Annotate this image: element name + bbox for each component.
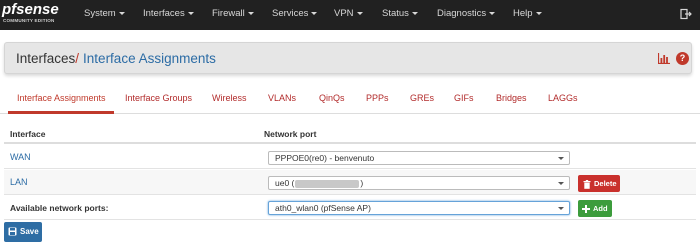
chevron-down-icon <box>558 182 564 185</box>
pfsense-logo[interactable]: pfsense COMMUNITY EDITION <box>2 2 70 28</box>
add-button-label: Add <box>593 204 608 213</box>
tab-qinqs[interactable]: QinQs <box>319 93 345 103</box>
tab-gres[interactable]: GREs <box>410 93 434 103</box>
select-value-prefix: ue0 ( <box>275 178 295 188</box>
tab-gifs[interactable]: GIFs <box>454 93 474 103</box>
available-port-select[interactable]: ath0_wlan0 (pfSense AP) <box>268 201 570 215</box>
chevron-down-icon <box>118 11 125 15</box>
select-value-suffix: ) <box>360 178 364 188</box>
nav-interfaces-label: Interfaces <box>143 8 185 19</box>
save-button[interactable]: Save <box>4 222 42 242</box>
nav-status-label: Status <box>382 8 409 19</box>
nav-help[interactable]: Help <box>513 8 542 19</box>
add-button[interactable]: Add <box>578 200 612 217</box>
active-tab-indicator <box>8 111 114 114</box>
column-header-network-port: Network port <box>264 129 317 139</box>
logo-edition-text: COMMUNITY EDITION <box>3 18 55 23</box>
top-navbar: pfsense COMMUNITY EDITION System Interfa… <box>0 0 700 30</box>
nav-vpn[interactable]: VPN <box>334 8 363 19</box>
nav-help-label: Help <box>513 8 533 19</box>
column-header-interface: Interface <box>10 129 46 139</box>
nav-vpn-label: VPN <box>334 8 354 19</box>
logo-pf-text: pf <box>2 1 17 18</box>
tab-interface-groups[interactable]: Interface Groups <box>125 93 192 103</box>
logo-sense-text: sense <box>16 1 59 18</box>
chevron-down-icon <box>356 11 363 15</box>
nav-firewall-label: Firewall <box>212 8 245 19</box>
tab-interface-assignments[interactable]: Interface Assignments <box>17 93 106 103</box>
save-button-label: Save <box>20 227 39 236</box>
nav-diagnostics[interactable]: Diagnostics <box>437 8 496 19</box>
table-header: Interface Network port <box>4 124 696 144</box>
breadcrumb: Interfaces/Interface Assignments <box>16 51 216 66</box>
available-ports-label: Available network ports: <box>10 203 109 213</box>
nav-system-label: System <box>84 8 116 19</box>
tab-laggs[interactable]: LAGGs <box>548 93 578 103</box>
trash-icon <box>583 179 591 189</box>
breadcrumb-separator: / <box>75 51 80 66</box>
nav-status[interactable]: Status <box>382 8 418 19</box>
tab-vlans[interactable]: VLANs <box>268 93 296 103</box>
delete-button-label: Delete <box>594 179 617 188</box>
chevron-down-icon <box>411 11 418 15</box>
nav-diagnostics-label: Diagnostics <box>437 8 487 19</box>
breadcrumb-root[interactable]: Interfaces <box>16 51 75 66</box>
tab-bar: Interface Assignments Interface Groups W… <box>0 84 700 114</box>
nav-firewall[interactable]: Firewall <box>212 8 254 19</box>
network-port-select-lan[interactable]: ue0 () <box>268 176 570 190</box>
bar-chart-icon[interactable] <box>658 53 670 64</box>
page-title[interactable]: Interface Assignments <box>83 51 216 66</box>
logout-icon[interactable] <box>680 8 692 20</box>
delete-button[interactable]: Delete <box>578 175 620 192</box>
chevron-down-icon <box>247 11 254 15</box>
select-value: ath0_wlan0 (pfSense AP) <box>275 203 371 213</box>
nav-services[interactable]: Services <box>272 8 318 19</box>
help-icon[interactable]: ? <box>676 52 689 65</box>
tab-ppps[interactable]: PPPs <box>366 93 389 103</box>
tab-bridges[interactable]: Bridges <box>496 93 527 103</box>
table-row: LAN ue0 () Delete <box>4 170 696 195</box>
redacted-mac <box>295 179 360 188</box>
nav-interfaces[interactable]: Interfaces <box>143 8 194 19</box>
chevron-down-icon <box>311 11 318 15</box>
tab-wireless[interactable]: Wireless <box>212 93 247 103</box>
table-row: Available network ports: ath0_wlan0 (pfS… <box>4 196 696 220</box>
page-header-panel: Interfaces/Interface Assignments ? <box>4 42 692 74</box>
nav-system[interactable]: System <box>84 8 125 19</box>
chevron-down-icon <box>535 11 542 15</box>
network-port-select-wan[interactable]: PPPOE0(re0) - benvenuto <box>268 151 570 165</box>
chevron-down-icon <box>187 11 194 15</box>
chevron-down-icon <box>489 11 496 15</box>
nav-services-label: Services <box>272 8 309 19</box>
chevron-down-icon <box>558 207 564 210</box>
plus-icon <box>582 205 590 214</box>
interface-link-wan[interactable]: WAN <box>10 152 31 162</box>
interface-link-lan[interactable]: LAN <box>10 177 28 187</box>
select-value: PPPOE0(re0) - benvenuto <box>275 153 375 163</box>
floppy-disk-icon <box>8 227 17 236</box>
chevron-down-icon <box>558 157 564 160</box>
table-row: WAN PPPOE0(re0) - benvenuto <box>4 146 696 169</box>
